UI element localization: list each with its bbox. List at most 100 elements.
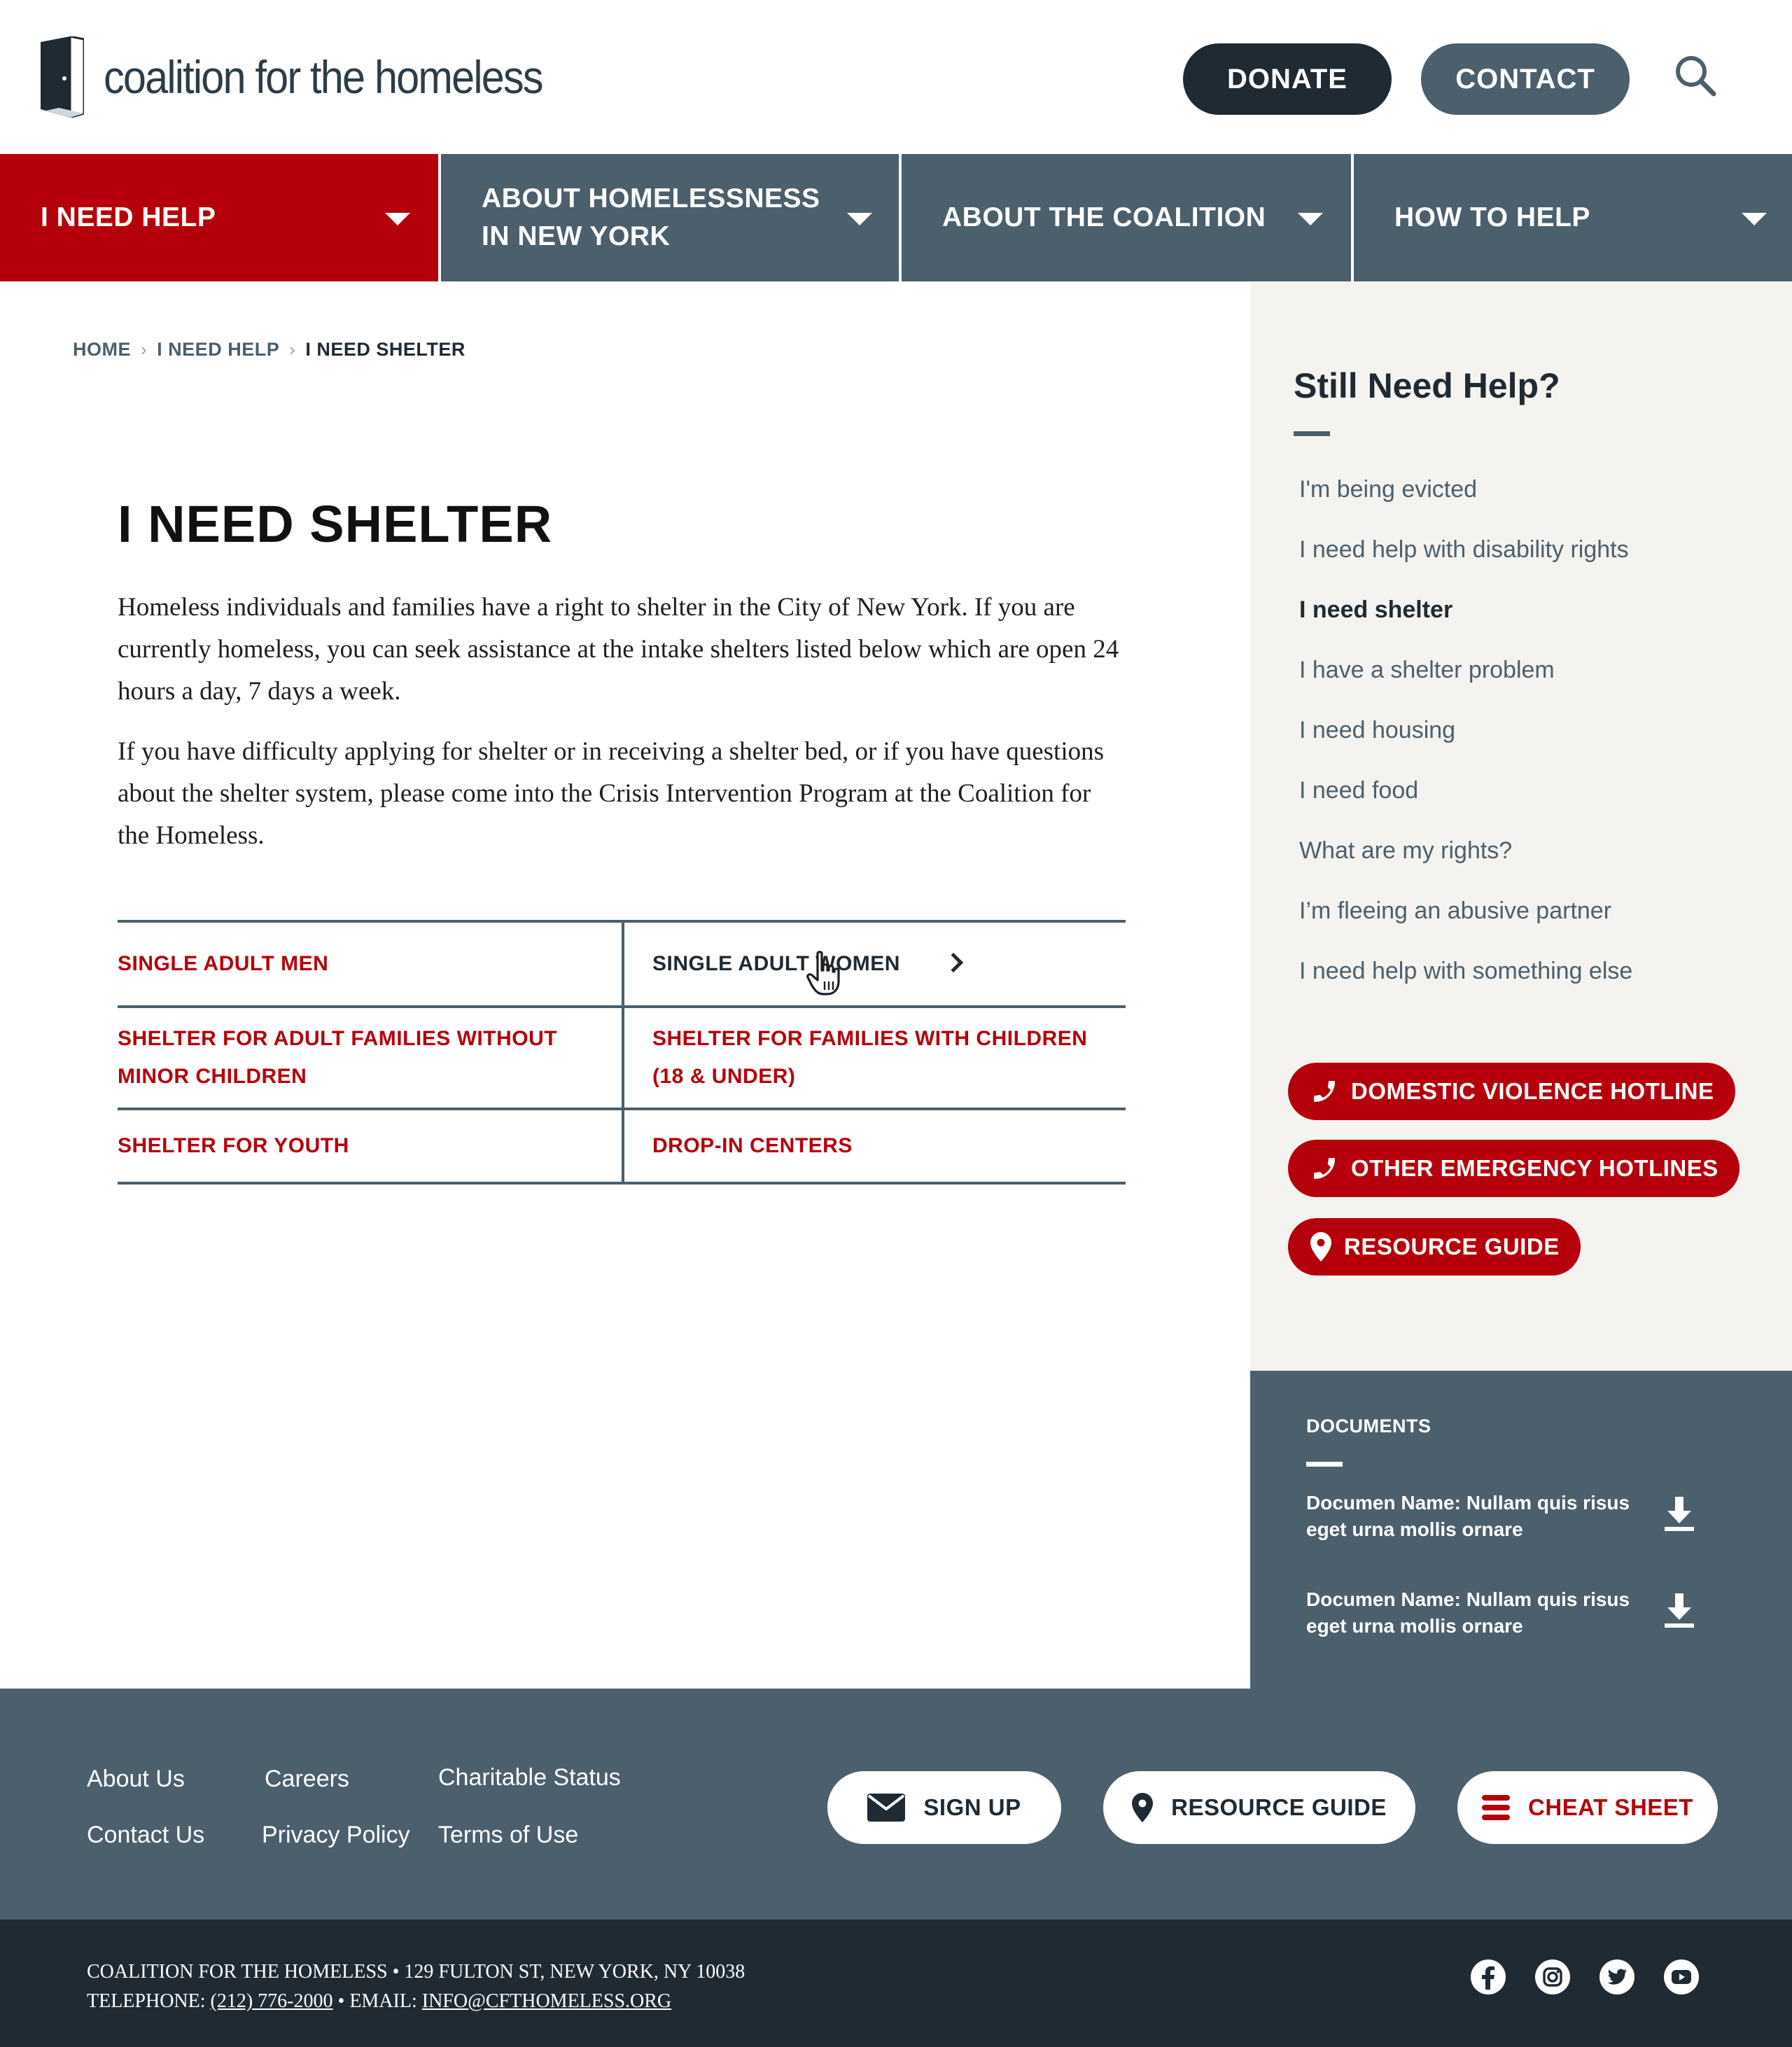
grid-row: SHELTER FOR YOUTH DROP-IN CENTERS xyxy=(118,1108,1126,1185)
organization-address: COALITION FOR THE HOMELESS • 129 FULTON … xyxy=(87,1961,746,1983)
email-link[interactable]: INFO@CFTHOMELESS.ORG xyxy=(422,1990,671,2012)
nav-label: HOW TO HELP xyxy=(1394,202,1590,232)
grid-row: SHELTER FOR ADULT FAMILIES WITHOUT MINOR… xyxy=(118,1005,1126,1108)
facebook-icon[interactable] xyxy=(1470,1959,1506,1995)
page-title: I NEED SHELTER xyxy=(118,495,553,553)
site-header: coalition for the homeless DONATE CONTAC… xyxy=(0,0,1792,154)
breadcrumb-current: I NEED SHELTER xyxy=(305,339,465,360)
nav-label: ABOUT THE COALITION xyxy=(942,202,1266,232)
donate-button[interactable]: DONATE xyxy=(1183,43,1392,115)
document-name-line1: Documen Name: Nullam quis risus xyxy=(1306,1588,1630,1610)
documents-title-rule xyxy=(1306,1462,1343,1467)
shelter-links-grid: SINGLE ADULT MEN SINGLE ADULT WOMEN SHEL… xyxy=(118,920,1126,1185)
footer-link-charitable-status[interactable]: Charitable Status xyxy=(438,1764,621,1791)
site-logo[interactable]: coalition for the homeless xyxy=(41,36,591,118)
footer-link-careers[interactable]: Careers xyxy=(265,1766,349,1793)
button-label: CHEAT SHEET xyxy=(1528,1794,1693,1820)
site-footer: About Us Careers Charitable Status Conta… xyxy=(0,1689,1792,1920)
button-label: DOMESTIC VIOLENCE HOTLINE xyxy=(1351,1078,1714,1104)
logo-text: coalition for the homeless xyxy=(104,51,544,103)
download-icon[interactable] xyxy=(1663,1497,1695,1532)
sidebar-links: I'm being evicted I need help with disab… xyxy=(1299,459,1632,1001)
instagram-icon[interactable] xyxy=(1534,1959,1571,1995)
contact-button[interactable]: CONTACT xyxy=(1421,43,1630,115)
link-label-line2: MINOR CHILDREN xyxy=(118,1065,307,1088)
document-name-line2: eget urna mollis ornare xyxy=(1306,1518,1523,1540)
nav-item-about-coalition[interactable]: ABOUT THE COALITION xyxy=(902,154,1354,281)
chevron-down-icon xyxy=(385,213,410,225)
contact-bar: COALITION FOR THE HOMELESS • 129 FULTON … xyxy=(0,1920,1792,2047)
crisis-paragraph: If you have difficulty applying for shel… xyxy=(118,737,1105,850)
map-pin-icon xyxy=(1132,1793,1154,1822)
link-families-with-children[interactable]: SHELTER FOR FAMILIES WITH CHILDREN (18 &… xyxy=(622,1008,1126,1108)
button-label: SIGN UP xyxy=(923,1794,1021,1820)
document-link[interactable]: Documen Name: Nullam quis risus eget urn… xyxy=(1306,1586,1656,1640)
nav-label: I NEED HELP xyxy=(41,202,216,232)
sidebar-link-food[interactable]: I need food xyxy=(1299,760,1632,820)
link-label: SINGLE ADULT MEN xyxy=(118,952,329,975)
sidebar-link-housing[interactable]: I need housing xyxy=(1299,700,1632,760)
button-label: OTHER EMERGENCY HOTLINES xyxy=(1351,1155,1718,1181)
link-label: SHELTER FOR FAMILIES WITH CHILDREN (18 &… xyxy=(652,1020,1087,1096)
link-single-adult-women[interactable]: SINGLE ADULT WOMEN xyxy=(622,923,1126,1005)
link-shelter-for-youth[interactable]: SHELTER FOR YOUTH xyxy=(118,1110,622,1182)
link-label-line1: SHELTER FOR ADULT FAMILIES WITHOUT xyxy=(118,1027,558,1050)
sidebar-title: Still Need Help? xyxy=(1294,366,1560,405)
link-single-adult-men[interactable]: SINGLE ADULT MEN xyxy=(118,923,622,1005)
nav-item-i-need-help[interactable]: I NEED HELP xyxy=(0,154,441,281)
breadcrumb-i-need-help[interactable]: I NEED HELP xyxy=(157,339,279,361)
link-label: SHELTER FOR YOUTH xyxy=(118,1134,349,1157)
main-nav: I NEED HELP ABOUT HOMELESSNESS IN NEW YO… xyxy=(0,154,1792,281)
intro-paragraph: Homeless individuals and families have a… xyxy=(118,593,1119,706)
contact-info: COALITION FOR THE HOMELESS • 129 FULTON … xyxy=(87,1957,745,2016)
sidebar-link-abusive-partner[interactable]: I’m fleeing an abusive partner xyxy=(1299,881,1632,941)
nav-item-how-to-help[interactable]: HOW TO HELP xyxy=(1354,154,1792,281)
sidebar-link-rights[interactable]: What are my rights? xyxy=(1299,820,1632,881)
footer-link-terms-of-use[interactable]: Terms of Use xyxy=(438,1822,578,1849)
sidebar-title-rule xyxy=(1294,431,1330,436)
sidebar-link-evicted[interactable]: I'm being evicted xyxy=(1299,459,1632,519)
chevron-right-icon xyxy=(943,952,964,973)
footer-link-about-us[interactable]: About Us xyxy=(87,1766,185,1793)
download-icon[interactable] xyxy=(1663,1593,1695,1628)
footer-link-privacy-policy[interactable]: Privacy Policy xyxy=(262,1822,410,1849)
other-emergency-hotlines-button[interactable]: OTHER EMERGENCY HOTLINES xyxy=(1288,1140,1740,1197)
phone-link[interactable]: (212) 776-2000 xyxy=(211,1990,333,2012)
document-link[interactable]: Documen Name: Nullam quis risus eget urn… xyxy=(1306,1490,1656,1543)
breadcrumb-home[interactable]: HOME xyxy=(73,339,131,361)
link-label-line2: (18 & UNDER) xyxy=(652,1065,796,1088)
link-label-line1: SHELTER FOR FAMILIES WITH CHILDREN xyxy=(652,1027,1088,1050)
twitter-icon[interactable] xyxy=(1599,1959,1635,1995)
sidebar-link-need-shelter[interactable]: I need shelter xyxy=(1299,580,1632,640)
sidebar-link-disability-rights[interactable]: I need help with disability rights xyxy=(1299,519,1632,580)
document-name-line2: eget urna mollis ornare xyxy=(1306,1615,1523,1637)
hand-pointer-cursor-icon xyxy=(806,951,840,995)
nav-label-line1: ABOUT HOMELESSNESS xyxy=(482,183,820,214)
link-drop-in-centers[interactable]: DROP-IN CENTERS xyxy=(622,1110,1126,1182)
list-icon xyxy=(1482,1795,1511,1820)
domestic-violence-hotline-button[interactable]: DOMESTIC VIOLENCE HOTLINE xyxy=(1288,1063,1735,1120)
chevron-down-icon xyxy=(847,213,872,225)
resource-guide-button[interactable]: RESOURCE GUIDE xyxy=(1288,1218,1581,1276)
chevron-down-icon xyxy=(1742,213,1767,225)
sidebar-link-something-else[interactable]: I need help with something else xyxy=(1299,941,1632,1001)
map-pin-icon xyxy=(1310,1232,1331,1262)
breadcrumb: HOME › I NEED HELP › I NEED SHELTER xyxy=(73,339,465,361)
search-icon[interactable] xyxy=(1673,53,1718,98)
sign-up-button[interactable]: SIGN UP xyxy=(827,1771,1061,1844)
documents-panel: DOCUMENTS Documen Name: Nullam quis risu… xyxy=(1250,1371,1792,1689)
breadcrumb-separator: › xyxy=(289,339,296,360)
link-adult-families[interactable]: SHELTER FOR ADULT FAMILIES WITHOUT MINOR… xyxy=(118,1008,622,1108)
nav-item-about-homelessness[interactable]: ABOUT HOMELESSNESS IN NEW YORK xyxy=(441,154,902,281)
door-logo-icon xyxy=(41,36,84,118)
phone-icon xyxy=(1314,1081,1335,1102)
footer-resource-guide-button[interactable]: RESOURCE GUIDE xyxy=(1103,1771,1415,1844)
link-label: SINGLE ADULT WOMEN xyxy=(652,952,900,975)
youtube-icon[interactable] xyxy=(1663,1959,1700,1995)
sidebar-link-shelter-problem[interactable]: I have a shelter problem xyxy=(1299,640,1632,700)
link-label: DROP-IN CENTERS xyxy=(652,1134,853,1157)
cheat-sheet-button[interactable]: CHEAT SHEET xyxy=(1457,1771,1718,1844)
footer-link-contact-us[interactable]: Contact Us xyxy=(87,1822,204,1849)
phone-label: TELEPHONE: xyxy=(87,1990,211,2012)
grid-row: SINGLE ADULT MEN SINGLE ADULT WOMEN xyxy=(118,920,1126,1005)
